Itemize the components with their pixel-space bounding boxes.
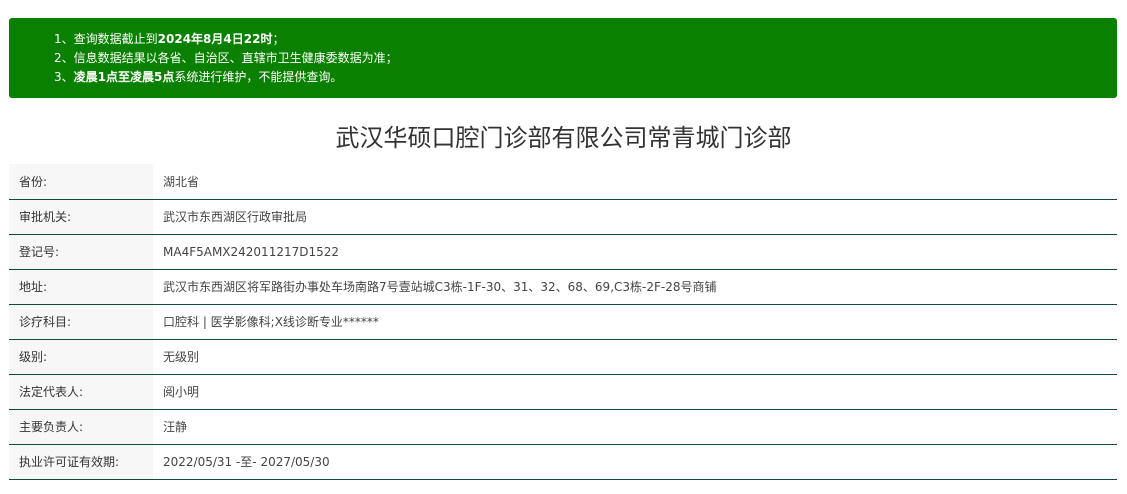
row-label-province: 省份: <box>9 164 153 200</box>
notice-item-2-prefix: 2、信息数据结果以各省、自治区、直辖市卫生健康委数据为准； <box>54 51 398 65</box>
notice-item-1: 1、查询数据截止到2024年8月4日22时； <box>54 30 1117 49</box>
notice-banner: 1、查询数据截止到2024年8月4日22时； 2、信息数据结果以各省、自治区、直… <box>9 18 1117 98</box>
row-value-principal: 汪静 <box>153 409 1117 445</box>
notice-item-3: 3、凌晨1点至凌晨5点系统进行维护，不能提供查询。 <box>54 68 1117 87</box>
table-row: 地址: 武汉市东西湖区将军路街办事处车场南路7号壹站城C3栋-1F-30、31、… <box>9 269 1117 305</box>
notice-list: 1、查询数据截止到2024年8月4日22时； 2、信息数据结果以各省、自治区、直… <box>54 30 1117 87</box>
info-table: 省份: 湖北省 审批机关: 武汉市东西湖区行政审批局 登记号: MA4F5AMX… <box>9 164 1117 480</box>
row-value-address: 武汉市东西湖区将军路街办事处车场南路7号壹站城C3栋-1F-30、31、32、6… <box>153 269 1117 305</box>
notice-item-3-prefix: 3、 <box>54 70 74 84</box>
notice-item-1-bold: 2024年8月4日22时 <box>157 32 273 46</box>
table-row: 主要负责人: 汪静 <box>9 409 1117 445</box>
notice-item-3-suffix: 系统进行维护，不能提供查询。 <box>174 70 343 84</box>
row-label-license-validity: 执业许可证有效期: <box>9 444 153 480</box>
row-value-registration-number: MA4F5AMX242011217D1522 <box>153 234 1117 270</box>
table-row: 诊疗科目: 口腔科 | 医学影像科;X线诊断专业****** <box>9 304 1117 340</box>
row-label-legal-representative: 法定代表人: <box>9 374 153 410</box>
row-label-departments: 诊疗科目: <box>9 304 153 340</box>
row-value-license-validity: 2022/05/31 -至- 2027/05/30 <box>153 444 1117 480</box>
table-row: 级别: 无级别 <box>9 339 1117 375</box>
notice-item-3-bold: 凌晨1点至凌晨5点 <box>73 70 175 84</box>
row-value-approval-authority: 武汉市东西湖区行政审批局 <box>153 199 1117 235</box>
table-row: 登记号: MA4F5AMX242011217D1522 <box>9 234 1117 270</box>
row-label-principal: 主要负责人: <box>9 409 153 445</box>
row-label-level: 级别: <box>9 339 153 375</box>
table-row: 审批机关: 武汉市东西湖区行政审批局 <box>9 199 1117 235</box>
notice-item-1-suffix: ； <box>272 32 285 46</box>
notice-item-1-prefix: 1、查询数据截止到 <box>54 32 158 46</box>
page-title: 武汉华硕口腔门诊部有限公司常青城门诊部 <box>335 124 792 152</box>
row-label-registration-number: 登记号: <box>9 234 153 270</box>
table-row: 执业许可证有效期: 2022/05/31 -至- 2027/05/30 <box>9 444 1117 480</box>
table-row: 法定代表人: 阅小明 <box>9 374 1117 410</box>
row-value-departments: 口腔科 | 医学影像科;X线诊断专业****** <box>153 304 1117 340</box>
table-row: 省份: 湖北省 <box>9 164 1117 200</box>
row-value-legal-representative: 阅小明 <box>153 374 1117 410</box>
row-label-approval-authority: 审批机关: <box>9 199 153 235</box>
row-value-level: 无级别 <box>153 339 1117 375</box>
notice-item-2: 2、信息数据结果以各省、自治区、直辖市卫生健康委数据为准； <box>54 49 1117 68</box>
row-value-province: 湖北省 <box>153 164 1117 200</box>
row-label-address: 地址: <box>9 269 153 305</box>
